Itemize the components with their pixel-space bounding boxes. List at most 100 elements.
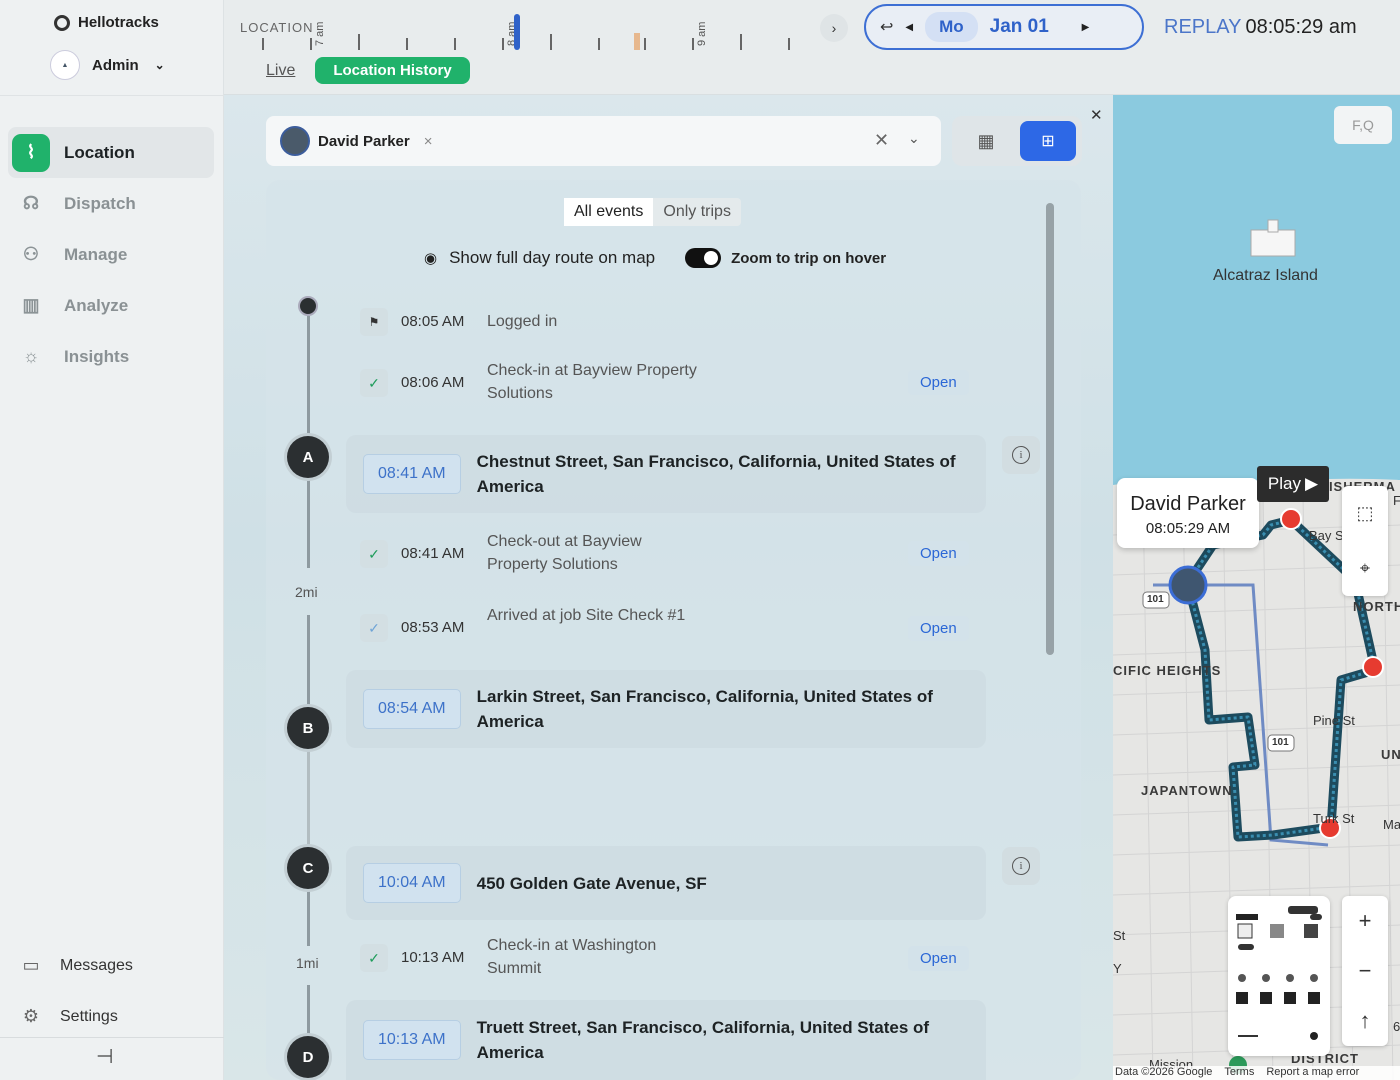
- zoom-in-icon[interactable]: +: [1342, 896, 1388, 946]
- timeline-rail: [307, 888, 310, 946]
- nav-item-insights[interactable]: ☼ Insights: [8, 331, 214, 382]
- distance-label: 2mi: [295, 584, 318, 600]
- day-of-week[interactable]: Mo: [925, 12, 978, 42]
- map-search-input[interactable]: F,Q: [1334, 106, 1392, 144]
- event-row: ✓ 10:13 AM Check-in at Washington Summit: [360, 934, 697, 980]
- trip-card[interactable]: 08:54 AM Larkin Street, San Francisco, C…: [346, 670, 986, 748]
- nav-item-settings[interactable]: ⚙ Settings: [12, 991, 212, 1042]
- replay-clock: REPLAY 08:05:29 am: [1164, 16, 1357, 39]
- zoom-out-icon[interactable]: −: [1342, 946, 1388, 996]
- nav-item-messages[interactable]: ▭ Messages: [12, 940, 212, 991]
- undo-icon[interactable]: ↩: [880, 17, 893, 37]
- timeline-rail: [307, 478, 310, 568]
- eye-icon[interactable]: ◉: [424, 249, 437, 267]
- map-layers-panel[interactable]: [1228, 896, 1330, 1056]
- trip-card[interactable]: 10:04 AM 450 Golden Gate Avenue, SF: [346, 846, 986, 920]
- timeline-tick: [262, 38, 264, 50]
- map-label: 6: [1393, 1019, 1400, 1034]
- nav-item-analyze[interactable]: ▥ Analyze: [8, 280, 214, 331]
- chat-icon: ▭: [22, 955, 40, 975]
- account-avatar: ▲: [50, 50, 80, 80]
- remove-person-icon[interactable]: ×: [424, 133, 433, 150]
- chevron-down-icon[interactable]: ⌄: [908, 130, 920, 147]
- nav-label: Analyze: [64, 295, 129, 315]
- timeline-tick: [692, 38, 694, 50]
- play-button[interactable]: Play ▶: [1257, 466, 1329, 502]
- toggle-knob: [704, 251, 719, 265]
- event-row: ✓ 08:53 AM Arrived at job Site Check #1: [360, 604, 697, 642]
- timeline-tick: [502, 38, 504, 50]
- trip-card[interactable]: 08:41 AM Chestnut Street, San Francisco,…: [346, 435, 986, 513]
- event-text: Logged in: [487, 313, 558, 330]
- compass-north-icon[interactable]: ↑: [1342, 996, 1388, 1046]
- timeline-cursor[interactable]: [514, 14, 520, 50]
- nav-item-manage[interactable]: ⚇ Manage: [8, 229, 214, 280]
- tab-location-history[interactable]: Location History: [315, 57, 470, 84]
- distance-label: 1mi: [296, 955, 319, 971]
- vehicle-popup[interactable]: David Parker 08:05:29 AM: [1117, 478, 1259, 548]
- map-label: F: [1393, 493, 1400, 508]
- table-view-icon[interactable]: ▦: [966, 126, 1006, 156]
- close-panel-icon[interactable]: ✕: [1090, 106, 1103, 124]
- timeline-tick: [550, 34, 552, 50]
- tab-live[interactable]: Live: [266, 62, 295, 80]
- play-icon: ▶: [1305, 474, 1319, 493]
- check-icon: ✓: [360, 369, 388, 397]
- timeline-view-icon[interactable]: ⊞: [1020, 121, 1076, 161]
- hellotracks-logo-icon: [54, 14, 70, 31]
- next-day-arrow-icon[interactable]: ▶: [1082, 22, 1090, 33]
- brand-name: Hellotracks: [78, 14, 159, 31]
- map-report-link[interactable]: Report a map error: [1266, 1066, 1359, 1080]
- map-label: Ma: [1383, 817, 1400, 832]
- timeline-tick: [454, 38, 456, 50]
- timeline-next-button[interactable]: ›: [820, 14, 848, 42]
- trip-time[interactable]: 10:13 AM: [363, 1020, 461, 1060]
- event-time: 08:53 AM: [401, 619, 465, 636]
- filter-only-trips[interactable]: Only trips: [653, 198, 741, 226]
- selected-date[interactable]: Jan 01: [990, 16, 1070, 38]
- main-nav: ⌇ Location ☊ Dispatch ⚇ Manage ▥ Analyze…: [8, 127, 214, 382]
- zoom-trip-toggle[interactable]: [685, 248, 722, 268]
- open-event-button[interactable]: Open: [908, 616, 969, 641]
- trip-time[interactable]: 08:41 AM: [363, 454, 461, 494]
- brand[interactable]: Hellotracks: [54, 14, 159, 31]
- person-select[interactable]: David Parker × ✕ ⌄: [266, 116, 941, 166]
- map-label: JAPANTOWN: [1141, 783, 1233, 798]
- map-terms-link[interactable]: Terms: [1224, 1066, 1254, 1080]
- trip-time[interactable]: 08:54 AM: [363, 689, 461, 729]
- prev-day-arrow-icon[interactable]: ◀: [905, 22, 913, 33]
- event-filter: All events Only trips: [564, 198, 741, 226]
- route-options: ◉ Show full day route on map Zoom to tri…: [424, 248, 886, 268]
- add-location-icon[interactable]: ⌖: [1342, 541, 1388, 596]
- show-route-label[interactable]: Show full day route on map: [449, 248, 655, 268]
- timeline-rail: [307, 316, 310, 446]
- nav-item-dispatch[interactable]: ☊ Dispatch: [8, 178, 214, 229]
- timeline-tick: [598, 38, 600, 50]
- chevron-right-icon: ›: [831, 20, 837, 36]
- pin-sidebar-icon[interactable]: ⊣: [96, 1044, 113, 1069]
- map-attribution: Data ©2026 Google Terms Report a map err…: [1113, 1066, 1400, 1080]
- map-label: UNI: [1381, 747, 1400, 762]
- select-area-icon[interactable]: ⬚: [1342, 486, 1388, 541]
- trip-info-button[interactable]: i: [1002, 847, 1040, 885]
- open-event-button[interactable]: Open: [908, 946, 969, 971]
- trip-time[interactable]: 10:04 AM: [363, 863, 461, 903]
- map-data-credit: Data ©2026 Google: [1115, 1066, 1213, 1078]
- filter-all-events[interactable]: All events: [564, 198, 654, 226]
- map-label: Y: [1113, 961, 1122, 976]
- highway-shield: 101: [1272, 737, 1289, 748]
- open-event-button[interactable]: Open: [908, 541, 969, 566]
- mode-tabs: Live Location History: [266, 57, 470, 84]
- event-text: Arrived at job Site Check #1: [487, 607, 686, 624]
- account-switcher[interactable]: ▲ Admin ⌄: [50, 50, 165, 80]
- person-name: David Parker: [318, 132, 410, 150]
- trip-info-button[interactable]: i: [1002, 436, 1040, 474]
- nav-item-location[interactable]: ⌇ Location: [8, 127, 214, 178]
- clear-selection-icon[interactable]: ✕: [874, 130, 889, 151]
- event-row: ✓ 08:06 AM Check-in at Bayview Property …: [360, 359, 697, 405]
- timeline-tick: [310, 38, 312, 50]
- trip-card[interactable]: 10:13 AM Truett Street, San Francisco, C…: [346, 1000, 986, 1080]
- nav-label: Location: [64, 142, 135, 162]
- scrollbar[interactable]: [1046, 203, 1054, 655]
- open-event-button[interactable]: Open: [908, 370, 969, 395]
